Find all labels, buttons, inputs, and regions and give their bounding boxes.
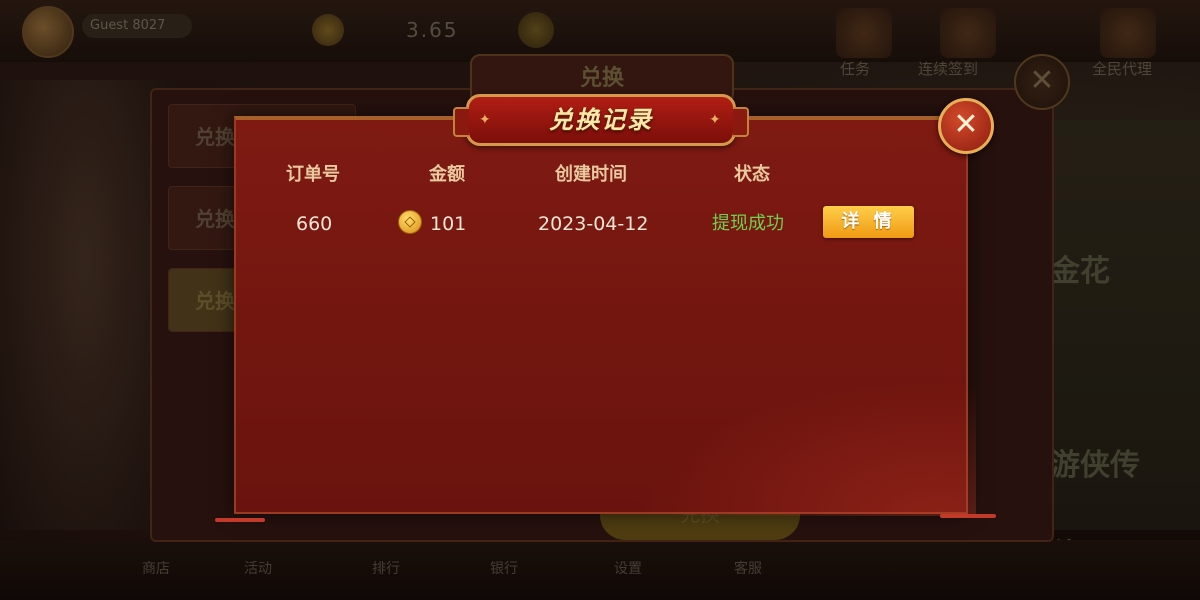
close-icon[interactable]: ✕ (938, 98, 994, 154)
amount: 101 (430, 213, 467, 235)
decorative-swirl (616, 370, 976, 516)
cloud-ornament-left (215, 518, 265, 522)
coin-icon (398, 210, 422, 234)
ornament-icon: ✦ (709, 112, 721, 128)
column-header-status: 状态 (734, 164, 770, 185)
column-header-amount: 金额 (429, 164, 465, 185)
cloud-ornament-right (940, 514, 996, 518)
order-no: 660 (296, 213, 333, 235)
detail-button[interactable]: 详 情 (823, 206, 914, 238)
dialog-title: 兑换记录 (549, 105, 653, 134)
column-header-created-time: 创建时间 (555, 164, 627, 185)
created-time: 2023-04-12 (538, 213, 649, 235)
status-badge: 提现成功 (712, 213, 784, 234)
dialog-title-plaque: ✦ 兑换记录 ✦ (453, 94, 749, 146)
column-header-order-no: 订单号 (286, 164, 340, 185)
